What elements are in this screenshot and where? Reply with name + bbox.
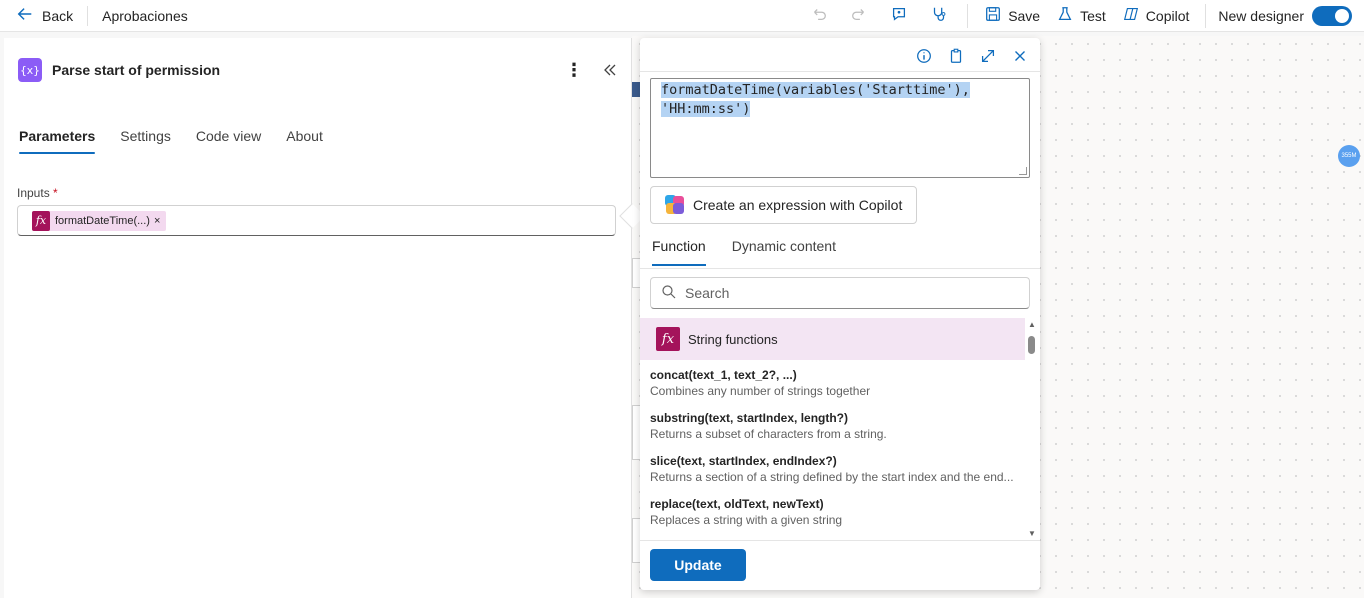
function-item[interactable]: substring(text, startIndex, length?) Ret… [650, 411, 1020, 454]
function-list-scrollbar[interactable]: ▲ ▼ [1028, 320, 1036, 538]
undo-icon [810, 5, 828, 26]
search-icon [661, 284, 677, 303]
function-signature: replace(text, oldText, newText) [650, 497, 824, 511]
function-description: Returns a section of a string defined by… [650, 470, 1014, 484]
beaker-icon [1056, 5, 1074, 26]
tab-code-view[interactable]: Code view [196, 128, 261, 154]
flow-checker-button[interactable] [879, 0, 919, 32]
scroll-down-icon[interactable]: ▼ [1028, 529, 1036, 538]
copilot-button-label: Create an expression with Copilot [693, 197, 903, 213]
save-icon [984, 5, 1002, 26]
action-details-panel: {x} Parse start of permission ⋮ Paramete… [4, 38, 632, 598]
inputs-label: Inputs * [17, 186, 58, 200]
redo-button[interactable] [839, 0, 879, 32]
update-button[interactable]: Update [650, 549, 746, 581]
top-bar: Back Aprobaciones Save Test Copilot New … [0, 0, 1364, 32]
function-description: Returns a subset of characters from a st… [650, 427, 887, 441]
category-header[interactable]: fx String functions [640, 318, 1025, 360]
divider [640, 540, 1040, 541]
person-feedback-icon [890, 5, 908, 26]
copilot-label: Copilot [1145, 7, 1190, 24]
function-signature: slice(text, startIndex, endIndex?) [650, 454, 837, 468]
expression-token[interactable]: fx formatDateTime(...) × [32, 210, 167, 231]
collapse-panel-icon[interactable] [600, 60, 620, 80]
arrow-left-icon [16, 5, 34, 26]
expression-tabs: Function Dynamic content [652, 238, 836, 266]
copilot-button[interactable]: Copilot [1114, 0, 1198, 31]
divider [640, 268, 1040, 269]
divider [967, 3, 969, 28]
scroll-thumb[interactable] [1028, 336, 1035, 354]
expression-textarea[interactable]: formatDateTime(variables('Starttime'), '… [650, 78, 1030, 178]
scroll-up-icon[interactable]: ▲ [1028, 320, 1036, 329]
create-expression-copilot-button[interactable]: Create an expression with Copilot [650, 186, 918, 224]
resize-handle[interactable] [1019, 167, 1027, 175]
function-search[interactable] [650, 277, 1030, 309]
undo-button[interactable] [799, 0, 839, 32]
info-icon[interactable] [914, 46, 934, 66]
close-icon[interactable] [1010, 46, 1030, 66]
function-item[interactable]: replace(text, oldText, newText) Replaces… [650, 497, 1020, 540]
canvas-node-badge[interactable]: 355M [1338, 145, 1360, 167]
remove-token-icon[interactable]: × [154, 215, 160, 227]
function-description: Replaces a string with a given string [650, 513, 843, 527]
function-item[interactable]: slice(text, startIndex, endIndex?) Retur… [650, 454, 1020, 497]
function-item[interactable]: concat(text_1, text_2?, ...) Combines an… [650, 368, 1020, 411]
function-description: Combines any number of strings together [650, 384, 871, 398]
category-label: String functions [688, 331, 778, 347]
tab-settings[interactable]: Settings [120, 128, 171, 154]
function-list: concat(text_1, text_2?, ...) Combines an… [650, 368, 1020, 540]
clipboard-icon[interactable] [946, 46, 966, 66]
expand-icon[interactable] [978, 46, 998, 66]
token-label: formatDateTime(...) [55, 214, 150, 227]
more-options-icon[interactable]: ⋮ [564, 60, 584, 80]
save-button[interactable]: Save [976, 0, 1048, 31]
copilot-logo-icon [665, 195, 685, 215]
inputs-label-text: Inputs [17, 186, 50, 200]
function-signature: substring(text, startIndex, length?) [650, 411, 849, 425]
expression-editor-popup: formatDateTime(variables('Starttime'), '… [640, 38, 1040, 590]
fx-icon: fx [656, 327, 680, 351]
action-title[interactable]: Parse start of permission [52, 62, 220, 78]
divider [640, 71, 1040, 72]
stethoscope-icon [930, 5, 948, 26]
tab-dynamic-content[interactable]: Dynamic content [732, 238, 836, 266]
tab-function[interactable]: Function [652, 238, 706, 266]
tab-about[interactable]: About [286, 128, 323, 154]
new-designer-toggle[interactable] [1312, 5, 1352, 26]
divider [1205, 3, 1207, 28]
fx-icon: fx [32, 210, 50, 231]
tab-parameters[interactable]: Parameters [19, 128, 96, 154]
new-designer-label: New designer [1218, 7, 1304, 24]
redo-icon [850, 5, 868, 26]
variable-icon: {x} [18, 58, 42, 82]
action-tabs: Parameters Settings Code view About [19, 128, 323, 154]
search-input[interactable] [685, 285, 1005, 301]
back-button[interactable]: Back [0, 0, 87, 31]
test-label: Test [1080, 7, 1106, 24]
save-label: Save [1008, 7, 1041, 24]
back-label: Back [42, 7, 74, 24]
expression-line-2: 'HH:mm:ss') [661, 101, 751, 117]
required-marker: * [53, 186, 58, 200]
stethoscope-button[interactable] [919, 0, 959, 32]
inputs-field[interactable]: fx formatDateTime(...) × [17, 205, 616, 236]
test-button[interactable]: Test [1048, 0, 1114, 31]
copilot-icon [1122, 5, 1140, 26]
expression-line-1: formatDateTime(variables('Starttime'), [661, 82, 970, 98]
flow-title: Aprobaciones [102, 7, 188, 24]
function-signature: concat(text_1, text_2?, ...) [650, 368, 797, 382]
